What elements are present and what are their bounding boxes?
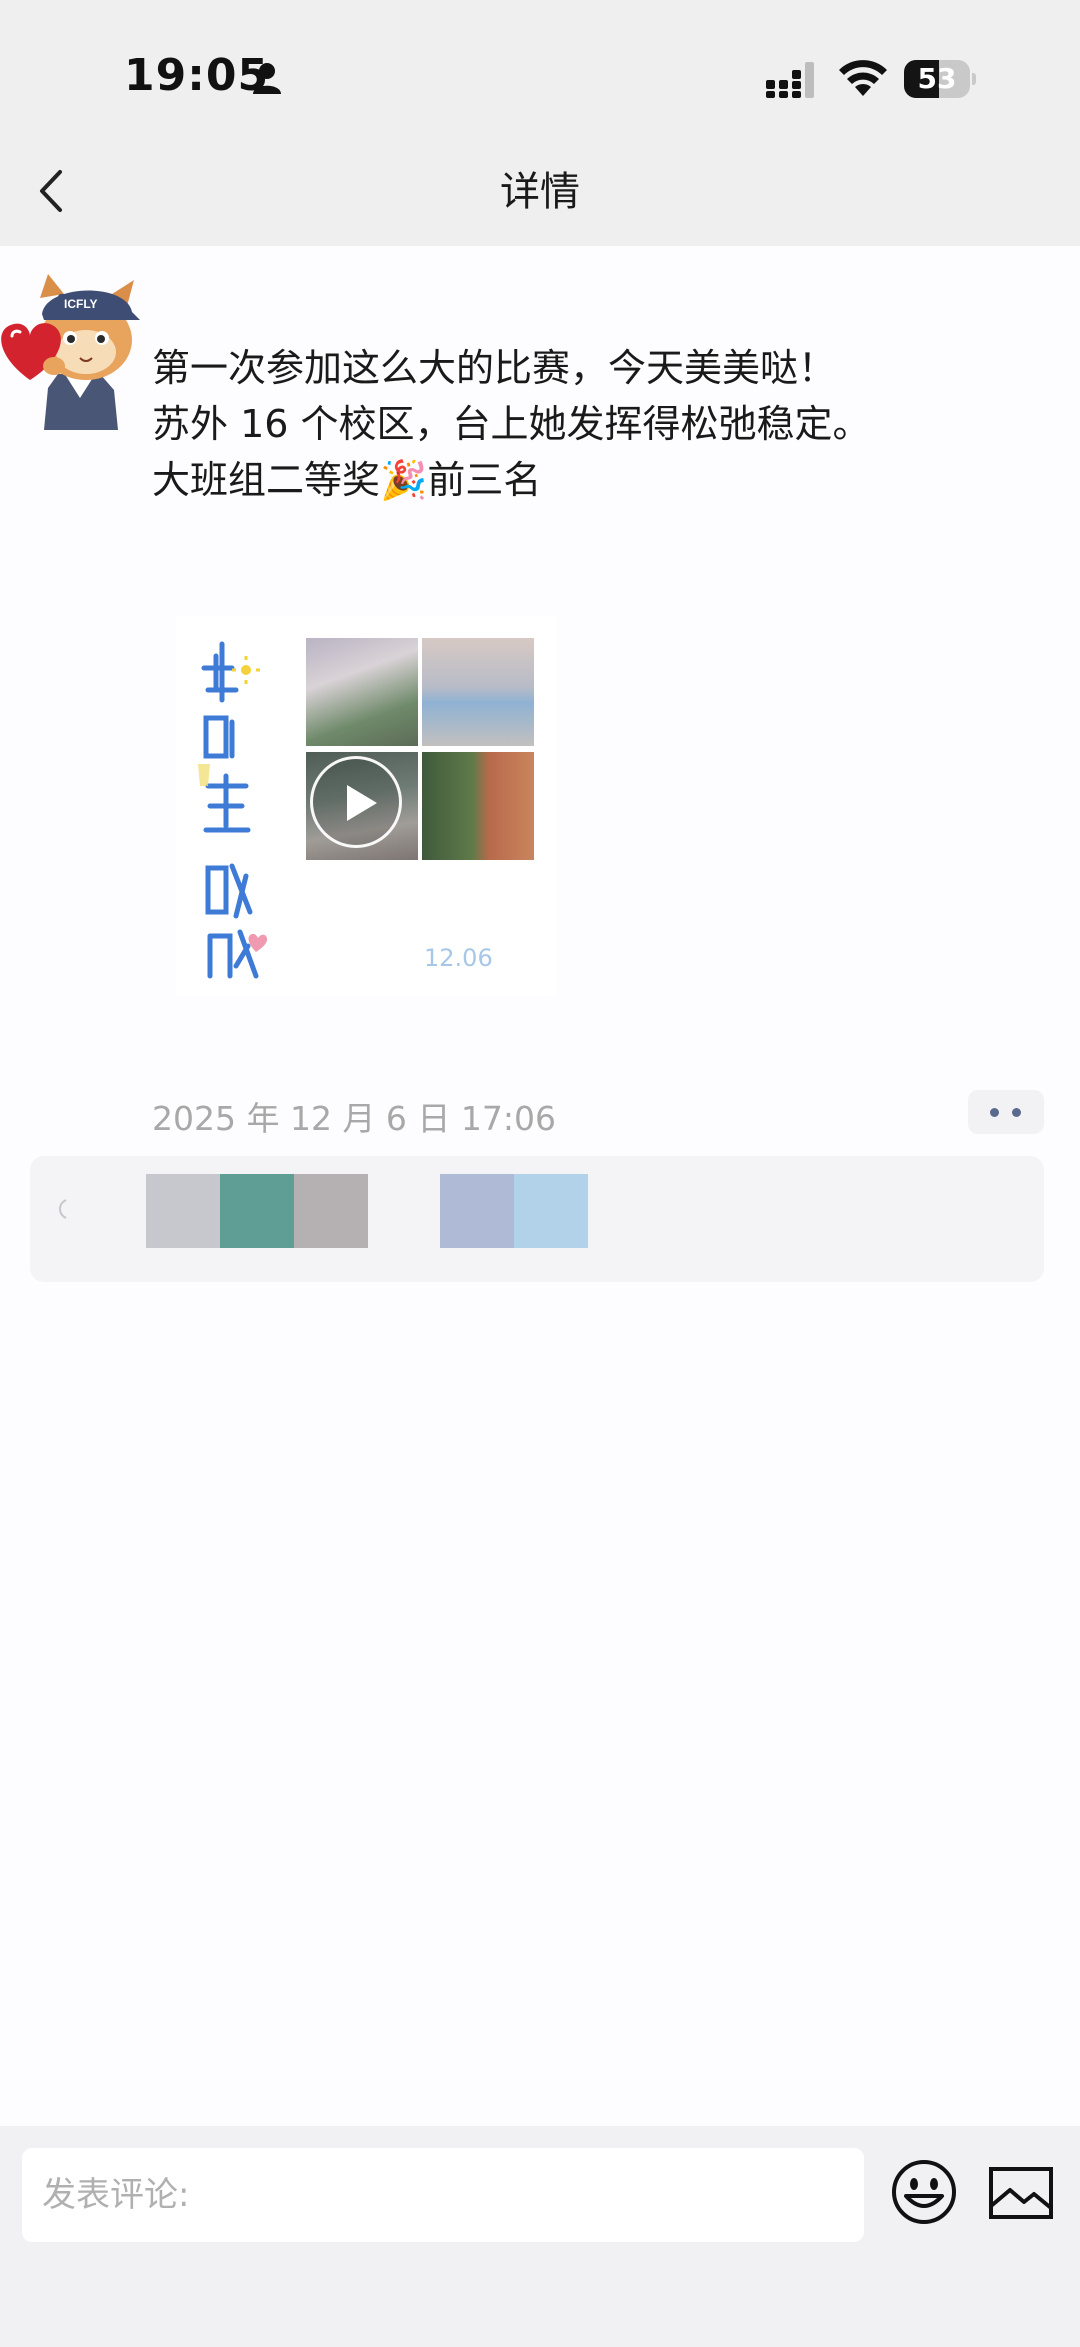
signal-icon xyxy=(766,62,814,98)
post-line: 第一次参加这么大的比赛，今天美美哒！ xyxy=(152,346,837,390)
like-avatar[interactable] xyxy=(514,1174,588,1248)
collage-photo xyxy=(422,752,534,860)
more-dots-icon xyxy=(1012,1108,1021,1117)
like-avatar[interactable] xyxy=(220,1174,294,1248)
comment-input[interactable] xyxy=(22,2148,864,2242)
more-options-button[interactable] xyxy=(968,1090,1044,1134)
status-time: 19:05 xyxy=(124,50,270,101)
emoji-icon[interactable] xyxy=(890,2158,958,2226)
heart-icon xyxy=(59,1199,67,1219)
collage-photo xyxy=(422,638,534,746)
post-line: 大班组二等奖🎉前三名 xyxy=(152,458,542,502)
page-title: 详情 xyxy=(500,169,580,215)
like-avatar[interactable] xyxy=(294,1174,368,1248)
post-line: 苏外 16 个校区，台上她发挥得松弛稳定。 xyxy=(152,402,871,446)
person-icon xyxy=(253,63,281,94)
post-text: 第一次参加这么大的比赛，今天美美哒！ 苏外 16 个校区，台上她发挥得松弛稳定。… xyxy=(152,340,1032,508)
play-button[interactable] xyxy=(310,756,402,848)
wifi-icon xyxy=(839,60,887,96)
avatar[interactable]: ICFLY xyxy=(0,270,150,430)
play-icon xyxy=(347,785,377,821)
image-icon[interactable] xyxy=(988,2166,1054,2220)
svg-text:ICFLY: ICFLY xyxy=(64,297,98,311)
video-thumbnail[interactable]: 12.06 xyxy=(176,616,556,996)
handwritten-title xyxy=(198,641,268,979)
top-bar: 19:05 53 详情 xyxy=(0,0,1080,246)
more-dots-icon xyxy=(990,1108,999,1117)
like-avatar[interactable] xyxy=(440,1174,514,1248)
video-date-overlay: 12.06 xyxy=(424,944,493,972)
post-timestamp: 2025 年 12 月 6 日 17:06 xyxy=(152,1099,557,1138)
comment-bar xyxy=(0,2126,1080,2347)
likes-panel xyxy=(30,1156,1044,1282)
collage-photo xyxy=(306,638,418,746)
battery-icon: 53 xyxy=(904,60,976,98)
like-avatar[interactable] xyxy=(146,1174,220,1248)
battery-level: 53 xyxy=(917,62,957,95)
